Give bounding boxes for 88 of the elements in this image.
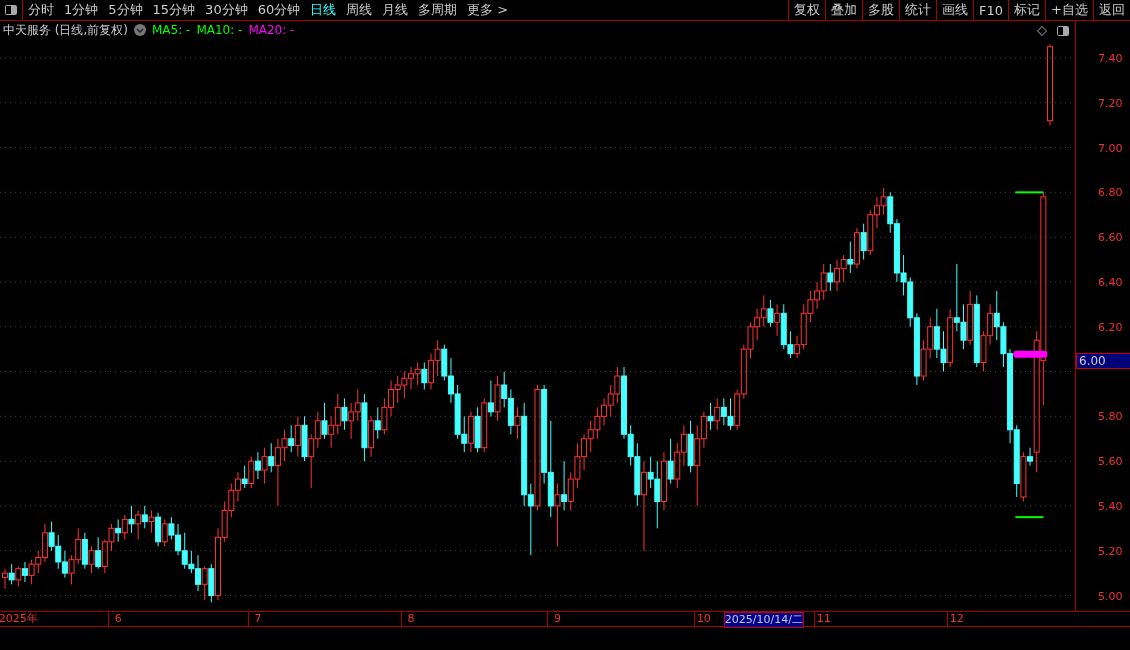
period-tab[interactable]: 周线 <box>341 0 378 20</box>
candlestick <box>1047 44 1053 126</box>
candlestick <box>561 460 568 511</box>
candlestick <box>967 290 974 346</box>
price-tick: 5.20 <box>1098 544 1123 558</box>
diamond-icon[interactable] <box>1037 26 1047 36</box>
candlestick <box>121 514 128 541</box>
candlestick <box>514 406 521 440</box>
date-label: 12 <box>949 612 964 626</box>
toolbar-button[interactable]: 统计 <box>899 0 937 20</box>
high-marker <box>1014 191 1045 194</box>
toolbar-button[interactable]: F10 <box>973 0 1009 20</box>
candlestick <box>368 415 375 458</box>
candlestick <box>374 406 381 440</box>
candlestick <box>474 406 481 453</box>
period-tab[interactable]: 1分钟 <box>59 0 104 20</box>
candlestick <box>241 465 248 489</box>
period-tab[interactable]: 60分钟 <box>252 0 306 20</box>
period-tab[interactable]: 30分钟 <box>200 0 253 20</box>
low-marker <box>1014 516 1045 519</box>
cursor-price-tag: 6.00 <box>1076 352 1130 369</box>
candlestick <box>135 509 142 541</box>
price-tick: 5.60 <box>1098 454 1123 468</box>
period-tab[interactable]: 5分钟 <box>103 0 148 20</box>
price-tick: 7.40 <box>1098 51 1123 65</box>
dropdown-icon[interactable] <box>134 24 146 36</box>
panel-toggle-icon[interactable] <box>1057 26 1069 36</box>
toolbar-button[interactable]: 画线 <box>936 0 974 20</box>
chart-title: 中天服务 (日线,前复权) <box>3 21 128 39</box>
candlestick <box>21 561 28 583</box>
candlestick <box>487 380 494 417</box>
candlestick <box>95 536 102 570</box>
toolbar-button[interactable]: +自选 <box>1045 0 1093 20</box>
price-tick: 5.40 <box>1098 499 1123 513</box>
candlestick <box>853 227 860 270</box>
date-label: 11 <box>816 612 831 626</box>
candlestick <box>341 397 348 431</box>
date-label: 7 <box>254 612 262 626</box>
price-tick: 5.80 <box>1098 409 1123 423</box>
date-label: 8 <box>407 612 415 626</box>
candlestick <box>81 532 88 570</box>
price-tick: 6.60 <box>1098 230 1123 244</box>
candlestick <box>973 294 980 368</box>
candlestick <box>201 565 208 601</box>
candlestick <box>481 397 488 453</box>
candlestick <box>707 402 714 431</box>
candlestick <box>640 460 647 552</box>
candlestick <box>774 303 781 337</box>
candlestick <box>714 397 721 431</box>
candlestick <box>1027 447 1034 467</box>
price-tick: 6.80 <box>1098 185 1123 199</box>
price-tick: 6.40 <box>1098 275 1123 289</box>
indicator-label: MA20: - <box>248 23 295 37</box>
candlestick <box>467 411 474 453</box>
candlestick <box>155 512 162 547</box>
indicator-label: MA10: - <box>196 23 243 37</box>
toolbar-button[interactable]: 叠加 <box>825 0 863 20</box>
panel-toggle-icon[interactable] <box>5 5 17 15</box>
date-label: 6 <box>114 612 122 626</box>
candlestick <box>254 451 261 480</box>
candlestick <box>660 451 667 511</box>
date-label: 2025年 <box>0 612 38 626</box>
toolbar-button[interactable]: 复权 <box>788 0 826 20</box>
price-tick: 7.00 <box>1098 141 1123 155</box>
indicator-label: MA5: - <box>152 23 191 37</box>
toolbar-button[interactable]: 返回 <box>1093 0 1130 20</box>
candlestick <box>667 438 674 485</box>
price-tick: 5.00 <box>1098 589 1123 603</box>
cursor-date-label: 2025/10/14/二 <box>723 612 804 628</box>
candlestick <box>161 518 168 547</box>
toolbar-button[interactable]: 标记 <box>1008 0 1046 20</box>
period-tab[interactable]: 月线 <box>377 0 414 20</box>
candlestick <box>2 568 8 590</box>
period-tab[interactable]: 日线 <box>305 0 342 20</box>
date-label: 9 <box>553 612 561 626</box>
candlestick <box>321 402 328 440</box>
period-tab[interactable]: 分时 <box>23 0 59 20</box>
candlestick <box>301 415 308 462</box>
candlestick <box>294 415 301 458</box>
price-tick: 7.20 <box>1098 96 1123 110</box>
candlestick <box>554 483 561 547</box>
period-tab[interactable]: 更多 > <box>462 0 514 20</box>
period-tab[interactable]: 15分钟 <box>147 0 201 20</box>
date-label: 10 <box>696 612 711 626</box>
price-tick: 6.20 <box>1098 320 1123 334</box>
candlestick <box>115 518 122 543</box>
period-tab[interactable]: 多周期 <box>413 0 463 20</box>
toolbar-button[interactable]: 多股 <box>862 0 900 20</box>
